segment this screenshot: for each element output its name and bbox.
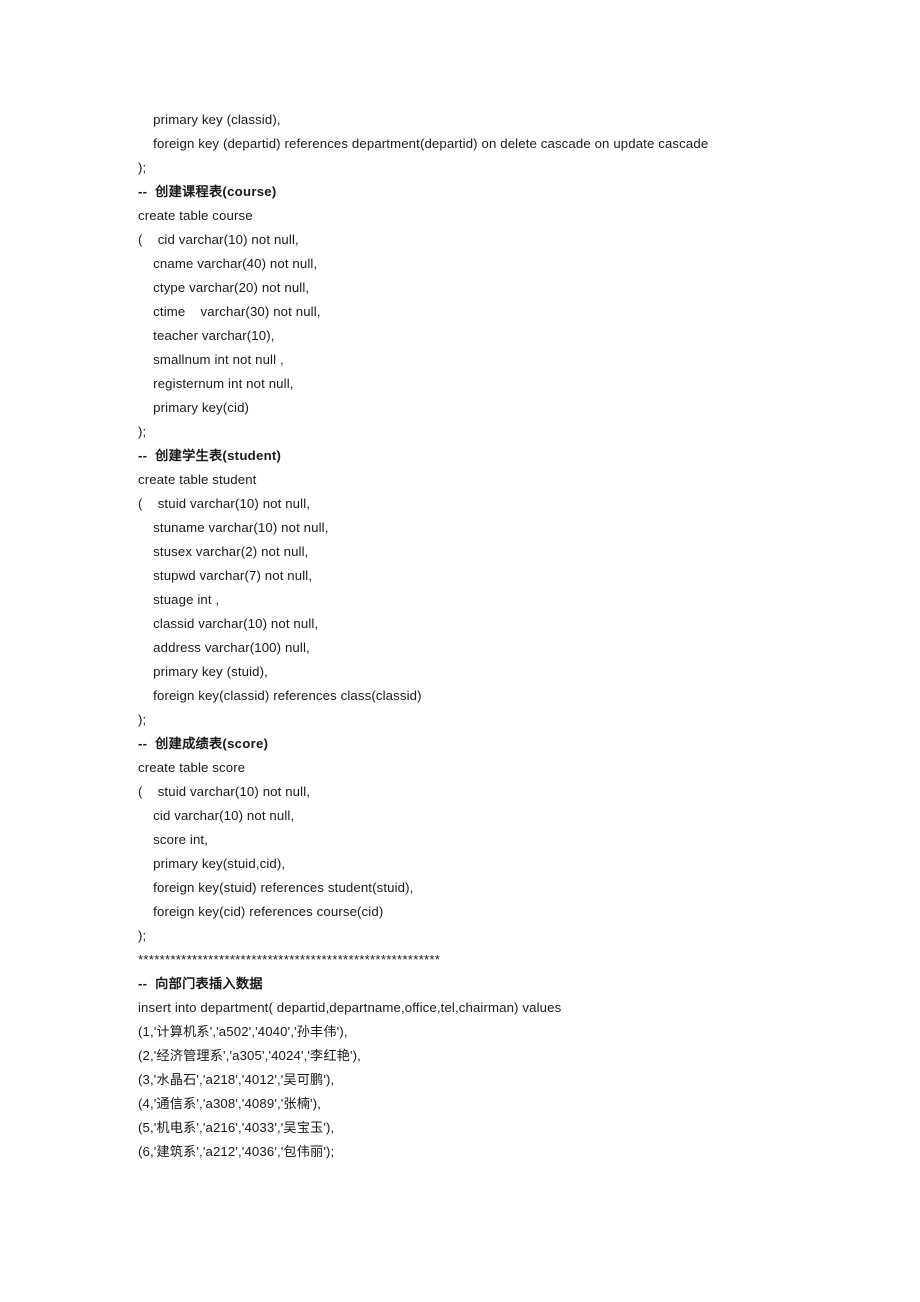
code-line: stusex varchar(2) not null, [138,544,309,559]
document-page: primary key (classid), foreign key (depa… [0,0,920,1302]
code-line: (2,'经济管理系','a305','4024','李红艳'), [138,1048,361,1063]
code-line: -- 创建课程表(course) [138,184,277,199]
code-line: primary key (stuid), [138,664,268,679]
code-line: foreign key (departid) references depart… [138,136,709,151]
code-line: ); [138,424,147,439]
code-line: cname varchar(40) not null, [138,256,318,271]
code-line: primary key(cid) [138,400,250,415]
code-line: smallnum int not null , [138,352,284,367]
code-line: score int, [138,832,209,847]
code-line: address varchar(100) null, [138,640,310,655]
code-line: ****************************************… [138,952,441,967]
code-line: -- 创建学生表(student) [138,448,282,463]
code-line: create table score [138,760,246,775]
code-line: classid varchar(10) not null, [138,616,319,631]
code-line: (3,'水晶石','a218','4012','吴可鹏'), [138,1072,335,1087]
code-line: (6,'建筑系','a212','4036','包伟丽'); [138,1144,335,1159]
code-line: ( cid varchar(10) not null, [138,232,299,247]
code-line: stuage int , [138,592,220,607]
code-line: create table course [138,208,253,223]
code-line: primary key(stuid,cid), [138,856,286,871]
code-line: (4,'通信系','a308','4089','张楠'), [138,1096,322,1111]
code-line: ); [138,928,147,943]
code-line: ctype varchar(20) not null, [138,280,310,295]
code-line: -- 向部门表插入数据 [138,976,263,991]
code-line: create table student [138,472,257,487]
sql-code-block: primary key (classid), foreign key (depa… [138,108,838,1164]
code-line: teacher varchar(10), [138,328,275,343]
code-line: insert into department( departid,departn… [138,1000,562,1015]
code-line: ( stuid varchar(10) not null, [138,784,311,799]
code-line: stupwd varchar(7) not null, [138,568,313,583]
code-line: cid varchar(10) not null, [138,808,295,823]
code-line: (5,'机电系','a216','4033','吴宝玉'), [138,1120,335,1135]
code-line: ); [138,712,147,727]
code-line: ctime varchar(30) not null, [138,304,321,319]
code-line: foreign key(stuid) references student(st… [138,880,414,895]
code-line: ( stuid varchar(10) not null, [138,496,311,511]
code-line: stuname varchar(10) not null, [138,520,329,535]
code-line: primary key (classid), [138,112,281,127]
code-line: foreign key(cid) references course(cid) [138,904,384,919]
code-line: registernum int not null, [138,376,294,391]
code-line: foreign key(classid) references class(cl… [138,688,422,703]
code-line: ); [138,160,147,175]
code-line: (1,'计算机系','a502','4040','孙丰伟'), [138,1024,348,1039]
code-line: -- 创建成绩表(score) [138,736,269,751]
